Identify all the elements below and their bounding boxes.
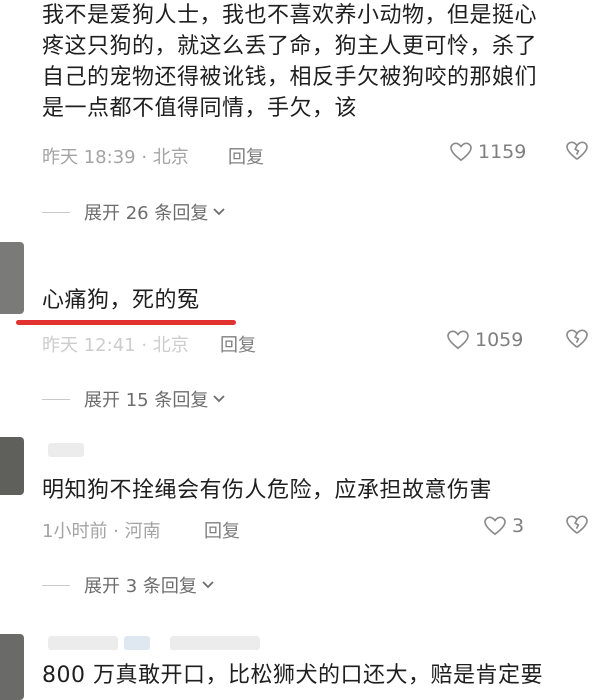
like-count: 1059 — [475, 329, 524, 351]
heart-icon — [450, 142, 472, 162]
divider-line — [42, 584, 70, 586]
badge-icon — [124, 636, 150, 650]
username-blurred[interactable] — [48, 443, 84, 457]
like-count: 1159 — [478, 141, 527, 163]
comment-text-line: 疼这只狗的，就这么丢了命，狗主人更可怜，杀了 — [42, 34, 538, 59]
heart-icon — [484, 516, 506, 536]
dislike-button[interactable] — [566, 515, 588, 540]
comment-text: 明知狗不拴绳会有伤人危险，应承担故意伤害 — [42, 478, 493, 503]
dislike-button[interactable] — [566, 141, 588, 166]
comment-meta: 昨天 12:41 · 北京 回复 1059 — [42, 329, 600, 359]
username-blurred — [170, 636, 260, 650]
comment-text: 我不是爱狗人士，我也不喜欢养小动物，但是挺心 疼这只狗的，就这么丢了命，狗主人更… — [42, 0, 587, 124]
chevron-down-icon — [213, 208, 225, 216]
chevron-down-icon — [213, 395, 225, 403]
comment-text-line: 是一点都不值得同情，手欠，该 — [42, 96, 358, 121]
comment-text-line: 800 万真敢开口，比松狮犬的口还大，赔是肯定要 — [42, 663, 543, 688]
expand-replies-button[interactable]: 展开 15 条回复 — [42, 386, 226, 412]
avatar[interactable] — [0, 242, 24, 314]
like-button[interactable]: 1059 — [447, 329, 523, 351]
like-button[interactable]: 1159 — [450, 141, 526, 163]
broken-heart-icon — [566, 141, 588, 160]
expand-replies-label: 展开 3 条回复 — [84, 576, 197, 597]
like-count: 3 — [512, 515, 525, 537]
comment-time-location: 1小时前 · 河南 — [42, 521, 161, 542]
broken-heart-icon — [566, 515, 588, 534]
expand-replies-label: 展开 26 条回复 — [84, 203, 209, 224]
reply-button[interactable]: 回复 — [228, 143, 264, 169]
dislike-button[interactable] — [566, 329, 588, 354]
comment-meta: 昨天 18:39 · 北京 回复 1159 — [42, 141, 600, 171]
like-button[interactable]: 3 — [484, 515, 524, 537]
comment-text-line: 自己的宠物还得被讹钱，相反手欠被狗咬的那娘们 — [42, 65, 538, 90]
avatar[interactable] — [0, 634, 24, 700]
divider-line — [42, 398, 70, 400]
comment-time-location: 昨天 18:39 · 北京 — [42, 147, 189, 168]
comment-time-location: 昨天 12:41 · 北京 — [42, 335, 189, 356]
comment-text: 800 万真敢开口，比松狮犬的口还大，赔是肯定要 — [42, 660, 587, 691]
reply-button[interactable]: 回复 — [220, 331, 256, 357]
divider-line — [42, 211, 70, 213]
username-blurred[interactable] — [48, 636, 118, 650]
avatar[interactable] — [0, 437, 24, 495]
comment-text-line: 我不是爱狗人士，我也不喜欢养小动物，但是挺心 — [42, 3, 538, 28]
broken-heart-icon — [566, 329, 588, 348]
expand-replies-label: 展开 15 条回复 — [84, 390, 209, 411]
red-underline-mark — [16, 320, 236, 325]
comment-meta: 1小时前 · 河南 回复 3 — [42, 515, 600, 545]
heart-icon — [447, 330, 469, 350]
comment-text: 心痛狗，死的冤 — [42, 288, 200, 313]
chevron-down-icon — [202, 581, 214, 589]
expand-replies-button[interactable]: 展开 3 条回复 — [42, 572, 215, 598]
expand-replies-button[interactable]: 展开 26 条回复 — [42, 199, 226, 225]
reply-button[interactable]: 回复 — [204, 517, 240, 543]
